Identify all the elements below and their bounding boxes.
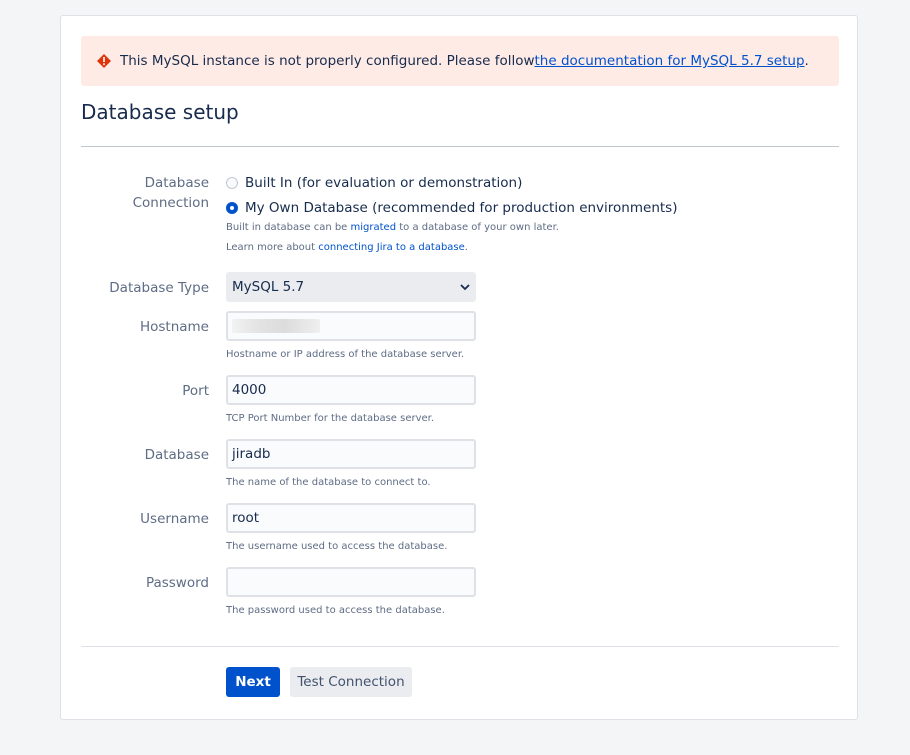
error-icon (96, 53, 112, 69)
username-input[interactable]: root (226, 503, 476, 533)
error-banner: This MySQL instance is not properly conf… (81, 36, 839, 86)
port-label: Port (182, 383, 209, 399)
header-divider (81, 146, 839, 147)
connecting-jira-link[interactable]: connecting Jira to a database (318, 242, 465, 253)
radio-built-in[interactable]: Built In (for evaluation or demonstratio… (226, 173, 522, 193)
port-input[interactable]: 4000 (226, 375, 476, 405)
db-connection-help-learn-more: Learn more about connecting Jira to a da… (226, 242, 468, 253)
password-input[interactable] (226, 567, 476, 597)
database-input[interactable]: jiradb (226, 439, 476, 469)
radio-built-in-label: Built In (for evaluation or demonstratio… (245, 175, 523, 191)
database-connection-label: Database Connection (132, 175, 209, 211)
hostname-redacted (232, 319, 320, 333)
username-help: The username used to access the database… (226, 541, 448, 552)
database-label: Database (144, 447, 209, 463)
port-help: TCP Port Number for the database server. (226, 413, 435, 424)
radio-own-database-circle[interactable] (226, 202, 238, 214)
db-connection-help-migrate: Built in database can be migrated to a d… (226, 222, 559, 233)
next-button[interactable]: Next (226, 667, 280, 697)
error-banner-suffix: . (804, 53, 809, 69)
error-banner-message: This MySQL instance is not properly conf… (120, 53, 535, 69)
radio-own-database-label: My Own Database (recommended for product… (245, 200, 678, 216)
test-connection-button[interactable]: Test Connection (290, 667, 412, 697)
password-label: Password (145, 575, 209, 591)
database-type-selected: MySQL 5.7 (232, 279, 305, 295)
database-help: The name of the database to connect to. (226, 477, 431, 488)
radio-built-in-circle[interactable] (226, 177, 238, 189)
database-setup-panel: This MySQL instance is not properly conf… (60, 15, 858, 720)
hostname-label: Hostname (139, 319, 209, 335)
chevron-down-icon (460, 279, 470, 295)
port-value: 4000 (232, 382, 267, 398)
username-label: Username (140, 511, 209, 527)
username-value: root (232, 510, 260, 526)
footer-divider (81, 646, 839, 647)
mysql-documentation-link[interactable]: the documentation for MySQL 5.7 setup (535, 53, 805, 69)
hostname-help: Hostname or IP address of the database s… (226, 349, 465, 360)
password-help: The password used to access the database… (226, 605, 445, 616)
database-value: jiradb (232, 446, 271, 462)
database-type-select[interactable]: MySQL 5.7 (226, 272, 476, 302)
migrated-link[interactable]: migrated (351, 222, 397, 233)
page-title: Database setup (81, 100, 239, 124)
database-type-label: Database Type (109, 280, 209, 296)
radio-own-database[interactable]: My Own Database (recommended for product… (226, 198, 677, 218)
hostname-input[interactable] (226, 311, 476, 341)
